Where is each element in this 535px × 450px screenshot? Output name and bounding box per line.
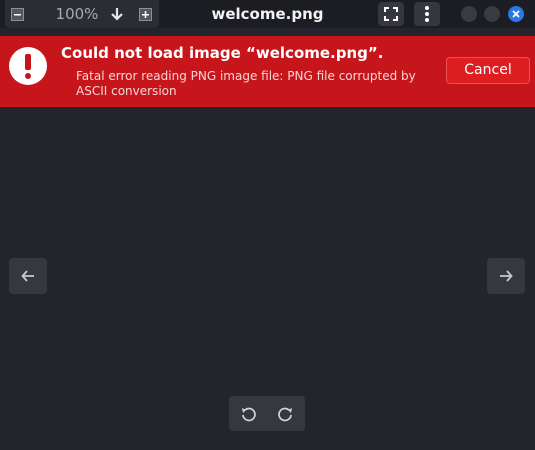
cancel-button[interactable]: Cancel (446, 57, 530, 84)
previous-image-button[interactable] (9, 258, 47, 294)
close-button[interactable] (508, 6, 524, 22)
zoom-in-button[interactable] (136, 5, 154, 23)
zoom-menu-button[interactable] (109, 5, 125, 23)
arrow-right-icon (500, 270, 513, 282)
rotate-controls (229, 396, 305, 431)
plus-square-icon (138, 7, 152, 21)
error-title: Could not load image “welcome.png”. (61, 44, 384, 62)
next-image-button[interactable] (487, 258, 525, 294)
fullscreen-button[interactable] (378, 2, 404, 26)
fullscreen-icon (384, 7, 398, 21)
minus-square-icon (10, 7, 24, 21)
window-title: welcome.png (211, 5, 324, 23)
zoom-level[interactable]: 100% (49, 4, 105, 24)
zoom-control: 100% (5, 0, 159, 28)
rotate-right-button[interactable] (276, 404, 296, 424)
rotate-right-icon (278, 407, 292, 422)
zoom-out-button[interactable] (8, 5, 26, 23)
kebab-menu-icon (425, 6, 429, 22)
error-detail: Fatal error reading PNG image file: PNG … (76, 69, 416, 98)
error-infobar: Could not load image “welcome.png”. Fata… (0, 36, 535, 107)
arrow-left-icon (21, 270, 34, 282)
exclamation-circle-icon (9, 47, 47, 85)
arrow-down-icon (111, 8, 123, 21)
minimize-button[interactable] (461, 6, 477, 22)
close-icon (512, 10, 520, 18)
menu-button[interactable] (414, 2, 440, 26)
rotate-left-button[interactable] (238, 404, 258, 424)
rotate-left-icon (242, 407, 256, 422)
title-bar: 100% welcome.png (0, 0, 535, 28)
maximize-button[interactable] (484, 6, 500, 22)
